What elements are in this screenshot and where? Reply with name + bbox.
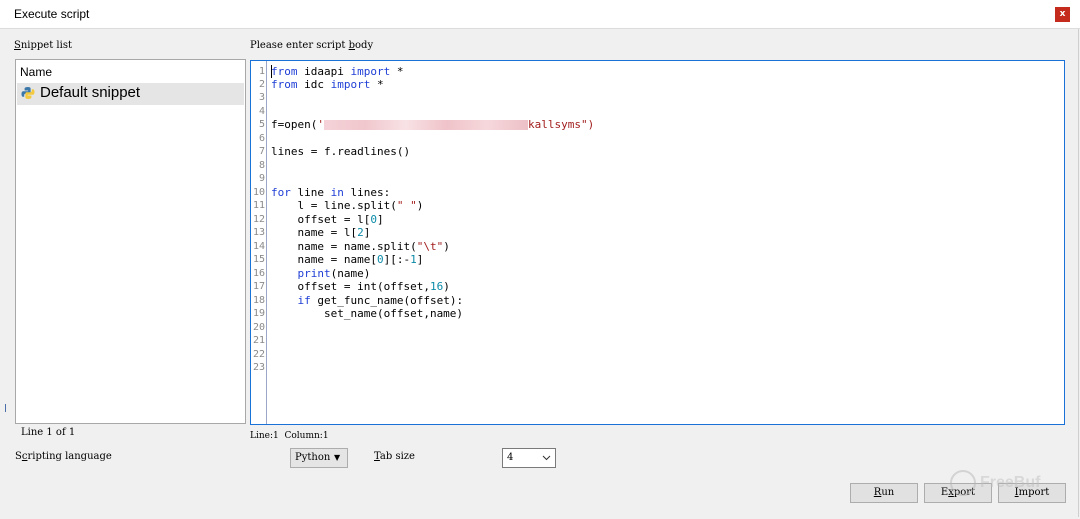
- snippet-list[interactable]: Name Default snippet: [15, 59, 246, 424]
- close-button[interactable]: x: [1055, 7, 1070, 22]
- tab-size-value: 4: [507, 452, 514, 463]
- line-number: 3: [258, 92, 265, 103]
- code-line: offset = l[0]: [271, 213, 384, 226]
- snippet-count-status: Line 1 of 1: [21, 427, 76, 438]
- python-icon: [21, 87, 35, 99]
- window-title: Execute script: [14, 7, 90, 21]
- tab-size-select[interactable]: 4: [502, 448, 556, 468]
- line-number: 7: [258, 146, 265, 157]
- line-number: 18: [252, 295, 265, 306]
- line-number: 22: [252, 349, 265, 360]
- watermark-logo-icon: [950, 470, 976, 496]
- code-line: from idc import *: [271, 78, 384, 91]
- dropdown-arrow-icon: ▼: [334, 453, 341, 462]
- chevron-down-icon: [542, 455, 551, 461]
- line-number: 16: [252, 268, 265, 279]
- line-number: 5: [258, 119, 265, 130]
- code-line: l = line.split(" "): [271, 199, 424, 212]
- script-body-label: Please enter script body: [250, 40, 374, 51]
- line-number: 17: [252, 281, 265, 292]
- code-line: from idaapi import *: [271, 65, 404, 78]
- line-number: 14: [252, 241, 265, 252]
- snippet-list-label: Snippet list: [14, 40, 72, 51]
- scripting-language-value: Python: [295, 452, 331, 463]
- snippet-item-default[interactable]: Default snippet: [17, 83, 244, 105]
- code-line: name = l[2]: [271, 226, 371, 239]
- run-button[interactable]: Run: [850, 483, 918, 503]
- line-number: 6: [258, 133, 265, 144]
- line-number: 1: [258, 66, 265, 77]
- window-edge-marker: [5, 404, 6, 412]
- line-number-gutter: 1 2 3 4 5 6 7 8 9 10 11 12 13 14 15 16 1…: [251, 61, 267, 424]
- code-line: offset = int(offset,16): [271, 280, 450, 293]
- code-line: if get_func_name(offset):: [297, 294, 464, 307]
- close-icon: x: [1059, 9, 1066, 19]
- code-line: print(name): [297, 267, 371, 280]
- execute-script-dialog: Snippet list Please enter script body Na…: [0, 29, 1079, 517]
- tab-size-label: Tab size: [374, 451, 415, 462]
- script-editor[interactable]: 1 2 3 4 5 6 7 8 9 10 11 12 13 14 15 16 1…: [250, 60, 1065, 425]
- scripting-language-label: Scripting language: [15, 451, 112, 462]
- code-line: name = name.split("\t"): [271, 240, 450, 253]
- line-number: 20: [252, 322, 265, 333]
- line-number: 23: [252, 362, 265, 373]
- snippet-list-header[interactable]: Name: [20, 65, 52, 79]
- redacted-path: [323, 120, 528, 130]
- code-line: f=open(' kallsyms"): [271, 118, 595, 131]
- code-line: name = name[0][:-1]: [271, 253, 424, 266]
- cursor-position-status: Line:1 Column:1: [250, 431, 329, 441]
- watermark-text: FreeBuf: [980, 474, 1041, 492]
- line-number: 13: [252, 227, 265, 238]
- line-number: 15: [252, 254, 265, 265]
- line-number: 21: [252, 335, 265, 346]
- scripting-language-select[interactable]: Python ▼: [290, 448, 348, 468]
- line-number: 8: [258, 160, 265, 171]
- snippet-item-label: Default snippet: [40, 84, 141, 101]
- code-line: set_name(offset,name): [271, 307, 464, 320]
- line-number: 11: [252, 200, 265, 211]
- code-line: lines = f.readlines(): [271, 145, 411, 158]
- line-number: 19: [252, 308, 265, 319]
- watermark: FreeBuf: [950, 470, 1075, 500]
- code-line: for line in lines:: [271, 186, 391, 199]
- line-number: 12: [252, 214, 265, 225]
- line-number: 4: [258, 106, 265, 117]
- line-number: 2: [258, 79, 265, 90]
- line-number: 9: [258, 173, 265, 184]
- line-number: 10: [252, 187, 265, 198]
- title-bar: Execute script x: [0, 0, 1080, 29]
